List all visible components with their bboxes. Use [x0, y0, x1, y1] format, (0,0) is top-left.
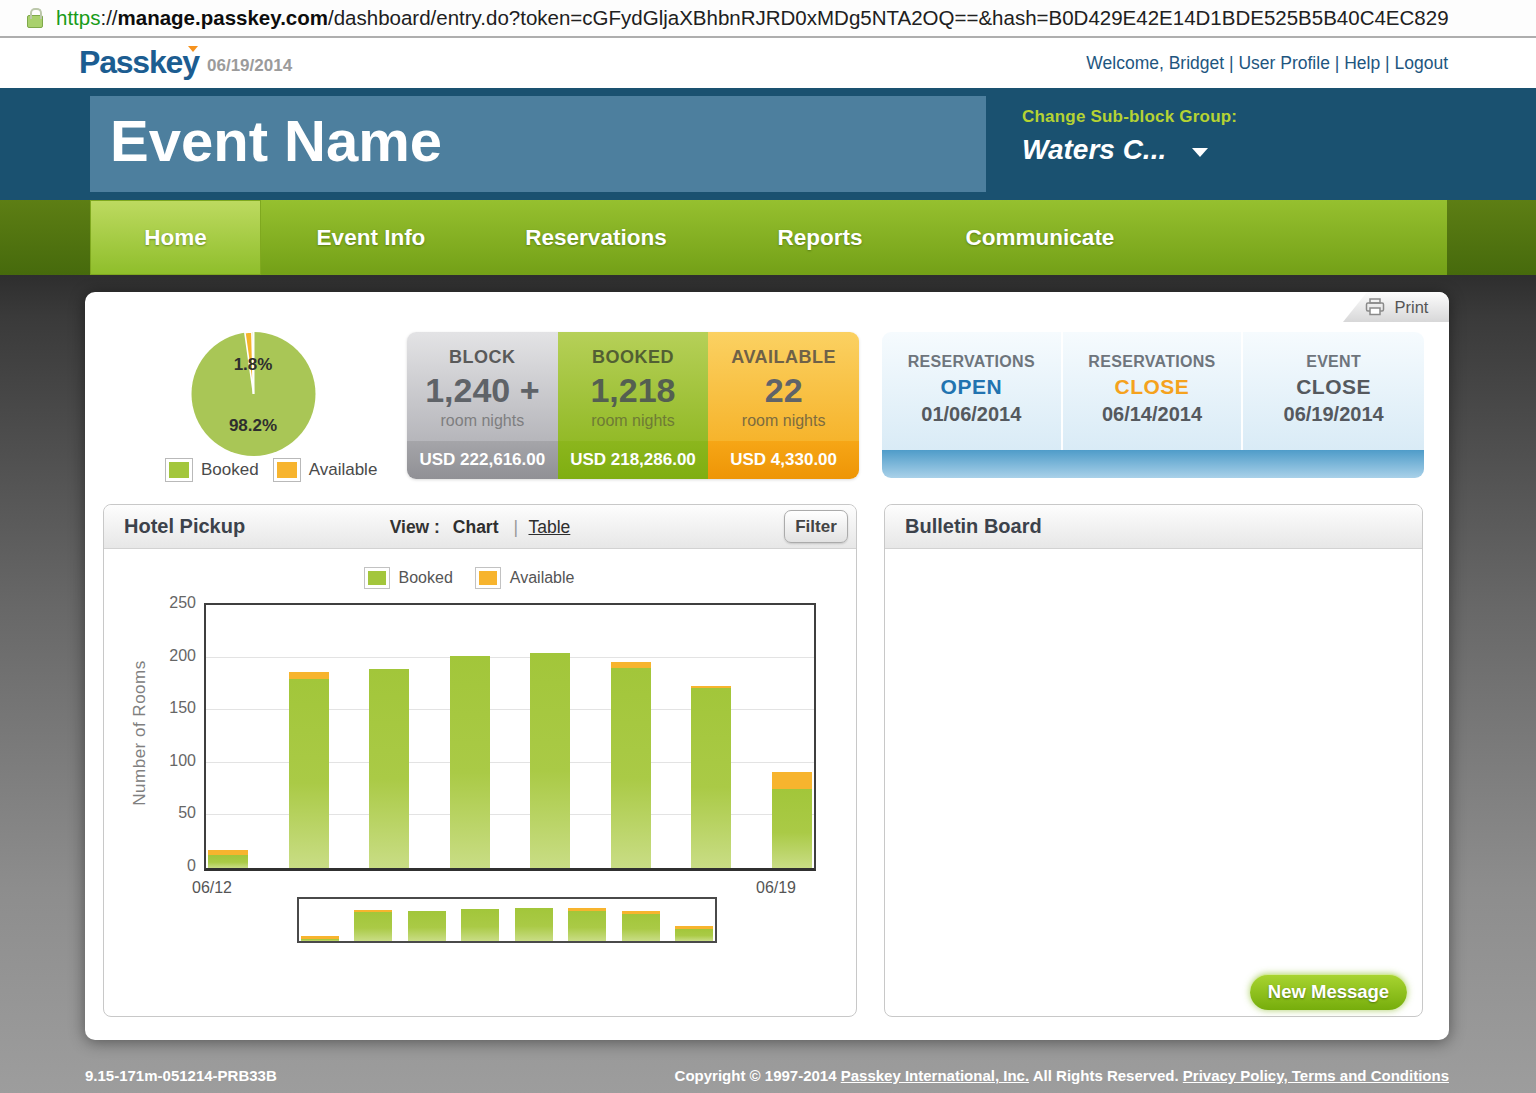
- y-tick-150: 150: [156, 699, 196, 717]
- key-dates-panel: RESERVATIONS OPEN 01/06/2014 RESERVATION…: [882, 332, 1424, 478]
- bar-06/14: [369, 669, 409, 868]
- new-message-button[interactable]: New Message: [1250, 974, 1407, 1010]
- ssl-lock-icon: [27, 15, 43, 28]
- user-profile-link[interactable]: User Profile: [1238, 53, 1329, 73]
- nav-right-cap: [1447, 200, 1536, 275]
- view-toggle: View : Chart | Table: [104, 517, 856, 538]
- bar-06/17: [611, 662, 651, 868]
- help-link[interactable]: Help: [1344, 53, 1380, 73]
- event-name-box: Event Name: [90, 96, 986, 192]
- gridline: [206, 657, 814, 658]
- booked-stat: BOOKED1,218room nights USD 218,286.00: [558, 332, 709, 479]
- bar-06/15: [461, 909, 499, 941]
- y-tick-200: 200: [156, 647, 196, 665]
- bar-06/13: [354, 910, 392, 941]
- x-tick-06/12: 06/12: [192, 879, 232, 897]
- room-summary-blocks: BLOCK1,240 +room nights USD 222,616.00 B…: [407, 332, 859, 479]
- nav-tab-reservations[interactable]: Reservations: [481, 200, 711, 275]
- pie-legend: Booked Available: [165, 458, 391, 482]
- bar-06/18: [622, 911, 660, 941]
- y-tick-0: 0: [156, 857, 196, 875]
- bulletin-board-title: Bulletin Board: [905, 515, 1042, 538]
- current-date: 06/19/2014: [207, 56, 292, 76]
- bar-06/12: [208, 850, 248, 868]
- event-close-date: EVENT CLOSE 06/19/2014: [1243, 332, 1424, 450]
- hotel-pickup-header: Hotel Pickup View : Chart | Table Filter: [104, 505, 856, 549]
- logo-accent-icon: [188, 46, 198, 52]
- passkey-logo[interactable]: Passkey: [79, 44, 199, 81]
- printer-icon: [1364, 298, 1386, 316]
- pie-booked-label: 98.2%: [229, 416, 277, 436]
- bar-06/19: [772, 772, 812, 868]
- hotel-pickup-panel: Hotel Pickup View : Chart | Table Filter…: [103, 504, 857, 1017]
- change-subblock-label: Change Sub-block Group:: [1022, 107, 1237, 127]
- nav-left-cap: [0, 200, 90, 275]
- available-swatch: [475, 567, 501, 589]
- pickup-range-selector[interactable]: [297, 897, 717, 943]
- x-tick-06/19: 06/19: [756, 879, 796, 897]
- filter-button[interactable]: Filter: [784, 510, 848, 543]
- bar-06/17: [568, 908, 606, 941]
- nav-tab-communicate[interactable]: Communicate: [929, 200, 1151, 275]
- bar-06/13: [289, 672, 329, 868]
- app-header: Passkey 06/19/2014 Welcome, Bridget | Us…: [0, 38, 1536, 88]
- nav-tab-event-info[interactable]: Event Info: [261, 200, 481, 275]
- copyright-text: Copyright © 1997-2014 Passkey Internatio…: [675, 1067, 1449, 1084]
- url-text: https://manage.passkey.com/dashboard/ent…: [56, 6, 1449, 30]
- pickup-chart-plot: [204, 603, 816, 871]
- bar-06/14: [408, 911, 446, 941]
- bar-06/18: [691, 686, 731, 868]
- y-tick-100: 100: [156, 752, 196, 770]
- pie-available-label: 1.8%: [234, 355, 273, 375]
- key-dates-footer-bar: [882, 450, 1424, 478]
- y-tick-50: 50: [156, 804, 196, 822]
- main-nav: Home Event Info Reservations Reports Com…: [0, 200, 1536, 275]
- bar-06/19: [675, 926, 713, 941]
- booked-swatch: [364, 567, 390, 589]
- bar-06/12: [301, 936, 339, 941]
- reservations-open-date: RESERVATIONS OPEN 01/06/2014: [882, 332, 1063, 450]
- print-button[interactable]: Print: [1343, 292, 1449, 322]
- dropdown-caret-icon: [1192, 148, 1208, 157]
- room-pie-chart: [189, 328, 318, 458]
- logout-link[interactable]: Logout: [1394, 53, 1448, 73]
- event-banner: Event Name Change Sub-block Group: Water…: [0, 88, 1536, 200]
- available-swatch: [273, 458, 301, 482]
- privacy-terms-link[interactable]: Privacy Policy, Terms and Conditions: [1183, 1067, 1449, 1084]
- bar-06/16: [530, 653, 570, 868]
- dashboard-card: Print 1.8% 98.2% Booked Available BLOCK1…: [85, 292, 1449, 1040]
- welcome-text: Welcome, Bridget: [1086, 53, 1224, 73]
- header-links: Welcome, Bridget | User Profile | Help |…: [1086, 53, 1448, 74]
- view-table-link[interactable]: Table: [528, 517, 570, 537]
- reservations-close-date: RESERVATIONS CLOSE 06/14/2014: [1063, 332, 1244, 450]
- available-stat: AVAILABLE22room nights USD 4,330.00: [708, 332, 859, 479]
- bulletin-board-header: Bulletin Board: [885, 505, 1422, 549]
- page-background: Print 1.8% 98.2% Booked Available BLOCK1…: [0, 275, 1536, 1093]
- nav-tab-home[interactable]: Home: [90, 200, 261, 275]
- bar-06/15: [450, 656, 490, 869]
- bar-06/16: [515, 908, 553, 941]
- separator: |: [1335, 53, 1344, 73]
- y-tick-250: 250: [156, 594, 196, 612]
- passkey-link[interactable]: Passkey International, Inc.: [841, 1067, 1029, 1084]
- nav-tab-reports[interactable]: Reports: [711, 200, 929, 275]
- browser-address-bar[interactable]: https://manage.passkey.com/dashboard/ent…: [0, 0, 1536, 38]
- subblock-group-control: Change Sub-block Group: Waters C...: [1022, 107, 1237, 166]
- build-number: 9.15-171m-051214-PRB33B: [85, 1067, 277, 1084]
- y-axis-title: Number of Rooms: [130, 633, 150, 833]
- block-stat: BLOCK1,240 +room nights USD 222,616.00: [407, 332, 558, 479]
- bulletin-board-panel: Bulletin Board New Message: [884, 504, 1423, 1017]
- event-name-title: Event Name: [90, 96, 986, 174]
- booked-swatch: [165, 458, 193, 482]
- view-chart-option[interactable]: Chart: [453, 517, 499, 537]
- pickup-chart-legend: Booked Available: [104, 567, 856, 589]
- subblock-group-dropdown[interactable]: Waters C...: [1022, 134, 1237, 166]
